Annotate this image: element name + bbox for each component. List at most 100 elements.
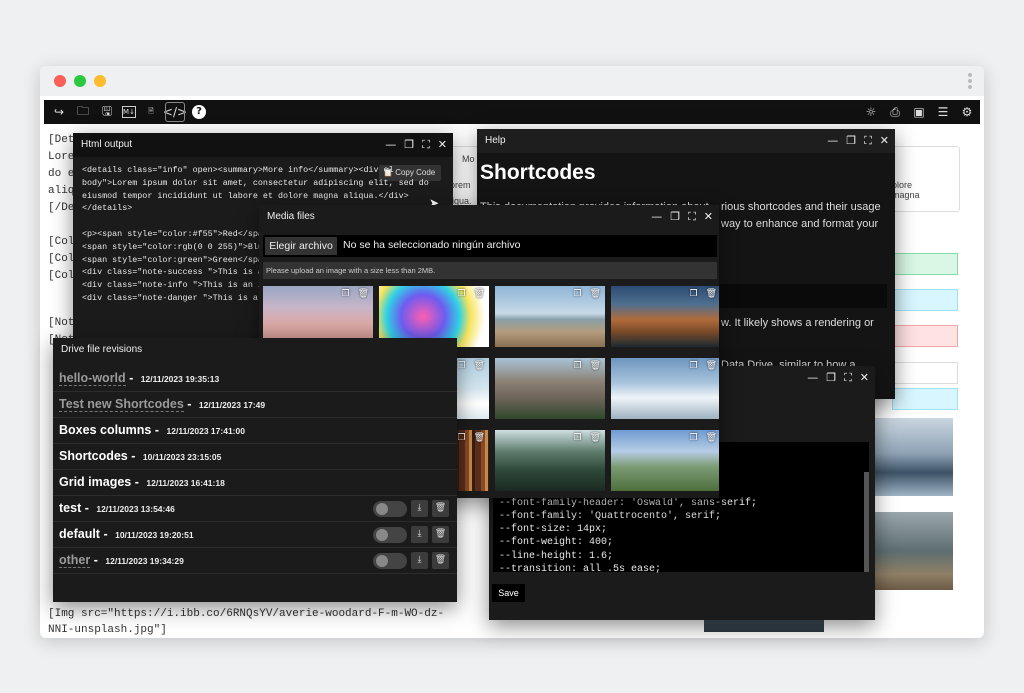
copy-icon[interactable]: ❐	[457, 361, 465, 371]
close-dot[interactable]	[54, 75, 66, 87]
trash-icon[interactable]: 🗑	[590, 361, 601, 371]
fullscreen-icon[interactable]: ⛶	[864, 129, 872, 153]
css-scrollbar[interactable]	[864, 472, 869, 572]
trash-icon[interactable]: 🗑	[358, 289, 369, 299]
editor-line[interactable]: Lore	[48, 151, 74, 163]
kebab-menu-icon[interactable]	[968, 73, 972, 91]
html-output-header[interactable]: Html output — ❐ ⛶ ✕	[73, 133, 453, 157]
revision-row[interactable]: Test new Shortcodes - 12/11/2023 17:49	[53, 392, 457, 418]
html-file-icon[interactable]: 🗎	[142, 103, 160, 121]
trash-icon[interactable]: 🗑	[590, 289, 601, 299]
revision-name[interactable]: Shortcodes	[59, 449, 128, 463]
restore-icon[interactable]: ❐	[846, 129, 856, 153]
fullscreen-icon[interactable]: ⛶	[422, 133, 430, 157]
trash-icon[interactable]: 🗑	[474, 361, 485, 371]
editor-line[interactable]: [Col	[48, 270, 74, 282]
revision-name[interactable]: Test new Shortcodes	[59, 397, 184, 412]
copy-icon[interactable]: ❐	[573, 361, 581, 371]
download-icon[interactable]: ⤓	[411, 500, 428, 517]
minimize-icon[interactable]: —	[807, 366, 818, 390]
editor-line[interactable]: [Not	[48, 317, 74, 329]
media-thumbnail[interactable]: ❐🗑	[611, 358, 719, 419]
editor-line[interactable]: [Col	[48, 236, 74, 248]
copy-icon[interactable]: ❐	[341, 289, 349, 299]
media-thumbnail[interactable]: ❐🗑	[495, 286, 605, 347]
trash-icon[interactable]: 🗑	[706, 433, 717, 443]
revisions-header[interactable]: Drive file revisions	[53, 338, 457, 364]
revision-name[interactable]: other	[59, 553, 91, 568]
trash-icon[interactable]: 🗑	[706, 289, 717, 299]
editor-line[interactable]: [Col	[48, 253, 74, 265]
copy-icon[interactable]: ❐	[573, 433, 581, 443]
copy-icon[interactable]: ❐	[689, 361, 697, 371]
close-icon[interactable]: ✕	[860, 366, 869, 390]
trash-icon[interactable]: 🗑	[432, 500, 449, 517]
editor-line[interactable]: do e	[48, 168, 74, 180]
revision-row[interactable]: hello-world - 12/11/2023 19:35:13	[53, 366, 457, 392]
revision-row[interactable]: default - 10/11/2023 19:20:51 ⤓ 🗑	[53, 522, 457, 548]
maximize-dot[interactable]	[74, 75, 86, 87]
revision-row[interactable]: Boxes columns - 12/11/2023 17:41:00	[53, 418, 457, 444]
redo-icon[interactable]: ↪	[50, 103, 68, 121]
revision-entry[interactable]: Test new Shortcodes - 12/11/2023 17:49	[59, 397, 265, 412]
minimize-dot[interactable]	[94, 75, 106, 87]
theme-sun-icon[interactable]: ☼	[862, 103, 880, 121]
restore-icon[interactable]: ❐	[404, 133, 414, 157]
trash-icon[interactable]: 🗑	[474, 433, 485, 443]
copy-icon[interactable]: ❐	[689, 433, 697, 443]
copy-icon[interactable]: ❐	[457, 289, 465, 299]
file-input[interactable]: Elegir archivo No se ha seleccionado nin…	[263, 235, 717, 257]
trash-icon[interactable]: 🗑	[590, 433, 601, 443]
close-icon[interactable]: ✕	[438, 133, 447, 157]
editor-line[interactable]: NNI-unsplash.jpg"]	[48, 624, 167, 636]
revision-name[interactable]: hello-world	[59, 371, 126, 386]
revision-toggle[interactable]	[373, 527, 407, 543]
revision-entry[interactable]: Grid images - 12/11/2023 16:41:18	[59, 475, 225, 489]
trash-icon[interactable]: 🗑	[432, 526, 449, 543]
copy-icon[interactable]: ❐	[457, 433, 465, 443]
revision-name[interactable]: Boxes columns	[59, 423, 151, 437]
media-header[interactable]: Media files — ❐ ⛶ ✕	[259, 205, 719, 230]
restore-icon[interactable]: ❐	[826, 366, 836, 390]
media-thumbnail[interactable]: ❐🗑	[495, 430, 605, 491]
revision-entry[interactable]: default - 10/11/2023 19:20:51	[59, 527, 194, 541]
close-icon[interactable]: ✕	[880, 129, 889, 153]
revision-row[interactable]: Grid images - 12/11/2023 16:41:18	[53, 470, 457, 496]
trash-icon[interactable]: 🗑	[706, 361, 717, 371]
folder-icon[interactable]: 🗀	[74, 103, 92, 121]
revision-entry[interactable]: hello-world - 12/11/2023 19:35:13	[59, 371, 219, 386]
download-icon[interactable]: ⤓	[411, 552, 428, 569]
minimize-icon[interactable]: —	[827, 129, 838, 153]
save-icon[interactable]: 🖫	[98, 103, 116, 121]
revision-row[interactable]: Shortcodes - 10/11/2023 23:15:05	[53, 444, 457, 470]
choose-file-button[interactable]: Elegir archivo	[265, 237, 337, 255]
revision-toggle[interactable]	[373, 553, 407, 569]
minimize-icon[interactable]: —	[651, 205, 662, 229]
markdown-icon[interactable]: M↓	[122, 106, 136, 118]
storage-icon[interactable]: ☰	[934, 103, 952, 121]
fullscreen-icon[interactable]: ⛶	[844, 366, 852, 390]
help-header[interactable]: Help — ❐ ⛶ ✕	[477, 129, 895, 153]
settings-gear-icon[interactable]: ⚙	[958, 103, 976, 121]
fullscreen-icon[interactable]: ⛶	[688, 205, 696, 229]
revision-entry[interactable]: test - 12/11/2023 13:54:46	[59, 501, 175, 515]
revision-toggle[interactable]	[373, 501, 407, 517]
download-icon[interactable]: ⤓	[411, 526, 428, 543]
editor-line[interactable]: [/De	[48, 202, 74, 214]
media-thumbnail[interactable]: ❐🗑	[495, 358, 605, 419]
revision-entry[interactable]: Boxes columns - 12/11/2023 17:41:00	[59, 423, 245, 437]
revision-row[interactable]: other - 12/11/2023 19:34:29 ⤓ 🗑	[53, 548, 457, 574]
editor-line[interactable]: aliq	[48, 185, 74, 197]
trash-icon[interactable]: 🗑	[432, 552, 449, 569]
revision-name[interactable]: default	[59, 527, 100, 541]
editor-line[interactable]: [Det	[48, 134, 74, 146]
minimize-icon[interactable]: —	[385, 133, 396, 157]
trash-icon[interactable]: 🗑	[474, 289, 485, 299]
revision-name[interactable]: test	[59, 501, 81, 515]
help-icon[interactable]: ?	[190, 103, 208, 121]
print-icon[interactable]: ⎙	[886, 103, 904, 121]
close-icon[interactable]: ✕	[704, 205, 713, 229]
revision-row[interactable]: test - 12/11/2023 13:54:46 ⤓ 🗑	[53, 496, 457, 522]
revision-entry[interactable]: other - 12/11/2023 19:34:29	[59, 553, 184, 568]
editor-line[interactable]: [Img src="https://i.ibb.co/6RNQsYV/averi…	[48, 608, 444, 620]
